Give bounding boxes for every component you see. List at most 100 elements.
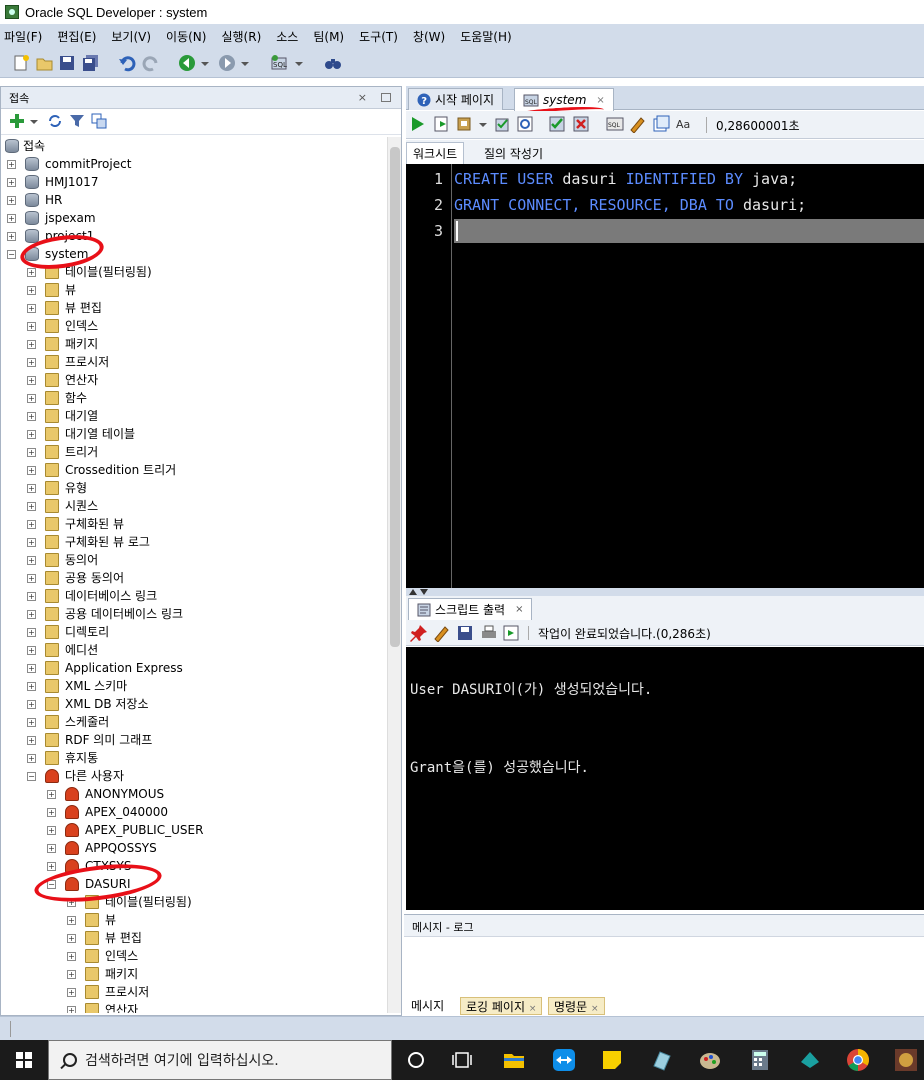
code-line-2[interactable]: GRANT CONNECT, RESOURCE, DBA TO dasuri; (454, 196, 806, 214)
run-script-icon[interactable] (432, 115, 450, 133)
expand-icon[interactable]: + (27, 682, 36, 691)
tree-node-system-child[interactable]: + XML DB 저장소 (1, 695, 385, 713)
expand-icon[interactable]: + (27, 448, 36, 457)
expand-icon[interactable]: + (47, 844, 56, 853)
tree-node-system-child[interactable]: + 동의어 (1, 551, 385, 569)
expand-icon[interactable]: + (27, 286, 36, 295)
run-statement-icon[interactable] (408, 115, 426, 133)
back-dropdown-icon[interactable] (200, 54, 210, 72)
tree-node-system-child[interactable]: + 패키지 (1, 335, 385, 353)
teamviewer-icon[interactable] (552, 1048, 576, 1072)
expand-icon[interactable]: + (47, 826, 56, 835)
tree-root-connections[interactable]: 접속 (1, 137, 385, 155)
menu-team[interactable]: 팀(M) (313, 28, 344, 45)
back-icon[interactable] (178, 54, 196, 72)
tree-node-user[interactable]: + APEX_PUBLIC_USER (1, 821, 385, 839)
connection-hmj1017[interactable]: + HMJ1017 (1, 173, 385, 191)
expand-icon[interactable]: + (47, 862, 56, 871)
explain-plan-icon[interactable] (516, 115, 534, 133)
expand-icon[interactable]: + (27, 592, 36, 601)
expand-icon[interactable]: + (27, 268, 36, 277)
expand-icon[interactable]: + (67, 970, 76, 979)
menu-run[interactable]: 실행(R) (221, 28, 261, 45)
expand-icon[interactable]: + (27, 430, 36, 439)
forward-icon[interactable] (218, 54, 236, 72)
expand-icon[interactable]: + (27, 322, 36, 331)
expand-icon[interactable]: + (7, 178, 16, 187)
expand-icon[interactable]: + (27, 574, 36, 583)
menu-navigate[interactable]: 이동(N) (166, 28, 206, 45)
expand-icon[interactable]: + (27, 340, 36, 349)
tree-node-system-child[interactable]: + 시퀀스 (1, 497, 385, 515)
connection-commitproject[interactable]: + commitProject (1, 155, 385, 173)
file-explorer-icon[interactable] (502, 1048, 526, 1072)
tab-script-output[interactable]: 스크립트 출력 × (408, 598, 533, 620)
tree-node-system-child[interactable]: + 유형 (1, 479, 385, 497)
tree-scrollbar[interactable] (387, 137, 401, 1013)
script-output-console[interactable]: User DASURI이(가) 생성되었습니다. Grant을(를) 성공했습니… (406, 647, 924, 910)
tree-node-system-child[interactable]: + 인덱스 (1, 317, 385, 335)
connection-jspexam[interactable]: + jspexam (1, 209, 385, 227)
expand-icon[interactable]: + (47, 808, 56, 817)
expand-icon[interactable]: + (27, 466, 36, 475)
tree-node-system-child[interactable]: + 휴지통 (1, 749, 385, 767)
tree-node-system-child[interactable]: + Crossedition 트리거 (1, 461, 385, 479)
tab-messages[interactable]: 메시지 (406, 997, 449, 1015)
tree-node-system-child[interactable]: + RDF 의미 그래프 (1, 731, 385, 749)
game-icon[interactable] (894, 1048, 918, 1072)
expand-icon[interactable]: + (7, 196, 16, 205)
tree-node-system-child[interactable]: + 대기열 테이블 (1, 425, 385, 443)
tree-node-system-child[interactable]: + 공용 데이터베이스 링크 (1, 605, 385, 623)
open-output-icon[interactable] (502, 624, 520, 642)
clear-icon[interactable] (628, 115, 646, 133)
expand-icon[interactable]: + (47, 790, 56, 799)
tab-statements[interactable]: 명령문 × (548, 997, 605, 1015)
expand-icon[interactable]: + (67, 1006, 76, 1013)
refresh-icon[interactable] (47, 113, 63, 129)
taskbar-search[interactable]: 검색하려면 여기에 입력하십시오. (48, 1040, 392, 1080)
tree-node-system-child[interactable]: + 스케줄러 (1, 713, 385, 731)
add-dropdown-icon[interactable] (29, 113, 39, 129)
tree-node-dasuri-child[interactable]: + 패키지 (1, 965, 385, 983)
expand-icon[interactable]: + (27, 484, 36, 493)
expand-icon[interactable]: + (67, 934, 76, 943)
tree-node-system-child[interactable]: + 공용 동의어 (1, 569, 385, 587)
app-icon[interactable] (650, 1048, 674, 1072)
undo-icon[interactable] (118, 54, 136, 72)
expand-icon[interactable]: + (27, 700, 36, 709)
tree-node-system-child[interactable]: + 트리거 (1, 443, 385, 461)
tab-worksheet[interactable]: 워크시트 (406, 142, 465, 164)
add-connection-icon[interactable] (9, 113, 25, 129)
tree-node-system-child[interactable]: + 데이터베이스 링크 (1, 587, 385, 605)
sticky-notes-icon[interactable] (600, 1048, 624, 1072)
tree-node-system-child[interactable]: + XML 스키마 (1, 677, 385, 695)
tab-query-builder[interactable]: 질의 작성기 (478, 142, 549, 164)
connection-hr[interactable]: + HR (1, 191, 385, 209)
open-icon[interactable] (36, 54, 54, 72)
expand-icon[interactable]: + (27, 376, 36, 385)
tree-node-system-child[interactable]: + 프로시저 (1, 353, 385, 371)
tree-node-system-child[interactable]: + 함수 (1, 389, 385, 407)
expand-icon[interactable]: + (27, 556, 36, 565)
editor-output-splitter[interactable] (406, 588, 924, 596)
autotrace-icon[interactable] (456, 115, 474, 133)
menu-source[interactable]: 소스 (276, 28, 298, 45)
tab-close-icon[interactable]: × (515, 604, 523, 615)
app2-icon[interactable] (798, 1048, 822, 1072)
sql-dropdown-icon[interactable] (294, 54, 304, 72)
save-all-icon[interactable] (82, 54, 100, 72)
expand-icon[interactable]: + (27, 538, 36, 547)
collapse-icon[interactable]: − (27, 772, 36, 781)
tab-close-icon[interactable]: × (591, 1004, 599, 1014)
collapse-icon[interactable]: − (7, 250, 16, 259)
expand-icon[interactable]: + (7, 160, 16, 169)
commit-icon[interactable] (494, 115, 512, 133)
clear-output-icon[interactable] (432, 624, 450, 642)
schema-browser-icon[interactable] (91, 113, 107, 129)
tree-node-system-child[interactable]: + 대기열 (1, 407, 385, 425)
menu-edit[interactable]: 편집(E) (57, 28, 96, 45)
expand-icon[interactable]: + (27, 502, 36, 511)
expand-icon[interactable]: + (27, 304, 36, 313)
tree-scrollbar-thumb[interactable] (390, 147, 400, 647)
tree-node-system-child[interactable]: + Application Express (1, 659, 385, 677)
